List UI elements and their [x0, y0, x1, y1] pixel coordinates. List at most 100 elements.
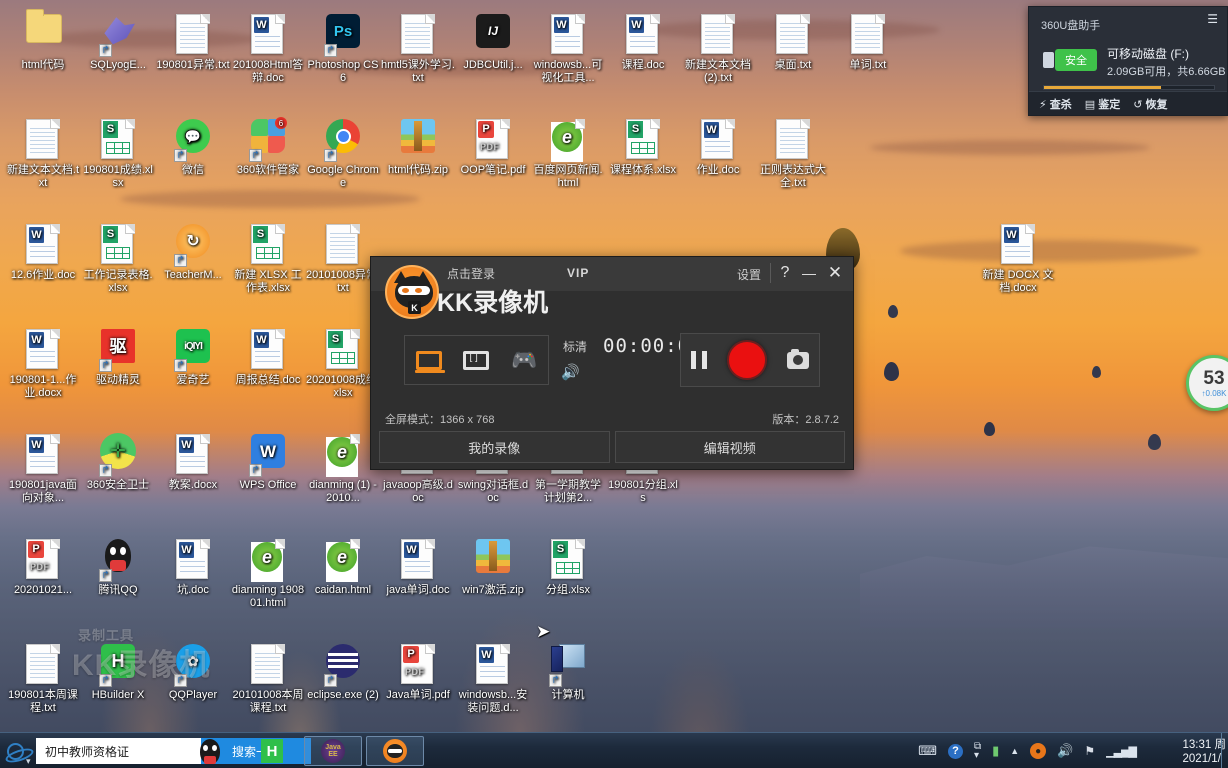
- help-tray-icon[interactable]: ?: [947, 743, 963, 759]
- desktop-icon[interactable]: ↱ Google Chrome: [306, 119, 380, 190]
- desktop-icon[interactable]: 新建文本文档.txt: [6, 119, 80, 190]
- kk-tray-icon[interactable]: ●: [1030, 743, 1047, 759]
- desktop-icon[interactable]: ✛ ↱ 360安全卫士: [81, 433, 155, 492]
- close-button[interactable]: ✕: [823, 260, 847, 286]
- hamburger-icon[interactable]: ☰: [1207, 12, 1218, 26]
- desktop-icon[interactable]: P PDF 20201021...: [6, 539, 80, 597]
- desktop-icon[interactable]: 新建文本文档 (2).txt: [681, 14, 755, 85]
- desktop-icon[interactable]: ↱ SQLyogE...: [81, 14, 155, 72]
- hbuilder-taskbar-button[interactable]: H: [242, 736, 302, 766]
- desktop-icon[interactable]: ↻ ↱ TeacherM...: [156, 224, 230, 282]
- desktop-icon[interactable]: e dianming (1) - 2010...: [306, 434, 380, 505]
- desktop-icon[interactable]: S 20201008成绩.xlsx: [306, 329, 380, 400]
- usb-tray-icon[interactable]: ▮: [992, 743, 999, 759]
- udisk-action-scan[interactable]: ⚡ 查杀: [1039, 96, 1072, 112]
- desktop-icon[interactable]: e 百度网页新闻.html: [531, 119, 605, 190]
- desktop-icon[interactable]: 20101008异常.txt: [306, 224, 380, 295]
- tab-my-recordings[interactable]: 我的录像: [379, 431, 610, 463]
- kk-recorder-taskbar-button[interactable]: [366, 736, 424, 766]
- qq-taskbar-button[interactable]: [180, 736, 240, 766]
- desktop-icon[interactable]: IJ JDBCUtil.j...: [456, 14, 530, 72]
- show-hidden-tray-icon[interactable]: ⧉ ▾: [974, 742, 981, 761]
- desktop-icon[interactable]: e dianming 190801.html: [231, 539, 305, 610]
- tab-edit-video[interactable]: 编辑视频: [614, 431, 845, 463]
- desktop-icon[interactable]: W 201008Html答辩.doc: [231, 14, 305, 85]
- triangle-tray-icon[interactable]: ▲: [1010, 746, 1019, 756]
- desktop-icon[interactable]: S 分组.xlsx: [531, 539, 605, 597]
- desktop-icon-label: 百度网页新闻.html: [533, 164, 603, 189]
- desktop-icon[interactable]: S 190801成绩.xlsx: [81, 119, 155, 190]
- text-file-icon: [776, 14, 810, 56]
- desktop-icon[interactable]: ↱ 腾讯QQ: [81, 539, 155, 597]
- desktop-icon[interactable]: win7激活.zip: [456, 539, 530, 597]
- desktop-icon[interactable]: ↱ eclipse.exe (2): [306, 644, 380, 702]
- network-flag-tray-icon[interactable]: ⚑: [1084, 744, 1095, 758]
- chevron-down-icon[interactable]: ▾: [26, 745, 31, 768]
- desktop-icon[interactable]: Ps ↱ Photoshop CS6: [306, 14, 380, 85]
- desktop-icon[interactable]: W ↱ WPS Office: [231, 434, 305, 492]
- desktop-icon[interactable]: html代码.zip: [381, 119, 455, 177]
- ie-icon[interactable]: [4, 735, 26, 767]
- desktop-icon[interactable]: Wjava单词.doc: [381, 539, 455, 597]
- screen-record-icon[interactable]: [412, 345, 446, 375]
- desktop-icon-label: windowsb...可视化工具...: [533, 59, 603, 84]
- desktop-icon[interactable]: 单词.txt: [831, 14, 905, 72]
- desktop-icon[interactable]: hmtl5课外学习.txt: [381, 14, 455, 85]
- udisk-helper-panel[interactable]: 360U盘助手 ☰ 安全 可移动磁盘 (F:) 2.09GB可用，共6.66GB…: [1028, 6, 1228, 116]
- desktop-icon[interactable]: W 12.6作业.doc: [6, 224, 80, 282]
- desktop-icon[interactable]: W 作业.doc: [681, 119, 755, 177]
- desktop-icon[interactable]: W 教案.docx: [156, 434, 230, 492]
- desktop-icon-glyph: ↱: [531, 644, 605, 687]
- eclipse-taskbar-button[interactable]: Java EE: [304, 736, 362, 766]
- record-button[interactable]: [727, 340, 767, 380]
- keyboard-tray-icon[interactable]: ⌨: [918, 743, 937, 759]
- login-link[interactable]: 点击登录: [447, 265, 495, 282]
- volume-tray-icon[interactable]: 🔊: [1057, 743, 1073, 759]
- desktop-icon[interactable]: 正则表达式大全.txt: [756, 119, 830, 190]
- kk-logo-letter: K: [408, 301, 421, 314]
- desktop-icon[interactable]: W 新建 DOCX 文档.docx: [981, 224, 1055, 295]
- desktop-icon-label: 201008Html答辩.doc: [232, 59, 304, 84]
- desktop-icon[interactable]: 190801本周课程.txt: [6, 644, 80, 715]
- udisk-action-verify[interactable]: ▤ 鉴定: [1085, 96, 1120, 112]
- speaker-icon[interactable]: 🔊: [561, 363, 580, 381]
- desktop-icon[interactable]: W 190801-1...作业.docx: [6, 329, 80, 400]
- taskbar-clock[interactable]: 13:31 周 2021/1/: [1183, 738, 1226, 766]
- minimize-button[interactable]: —: [797, 260, 821, 286]
- kk-recorder-window[interactable]: 点击登录 VIP 设置 ? — ✕ K KK录像机 🎮 标清 00:00: [370, 256, 854, 470]
- desktop-icon[interactable]: 驱 ↱ 驱动精灵: [81, 329, 155, 387]
- help-button[interactable]: ?: [773, 260, 797, 286]
- settings-button[interactable]: 设置: [737, 266, 761, 283]
- desktop-icon[interactable]: W 课程.doc: [606, 14, 680, 72]
- desktop-icon[interactable]: ↱ 计算机: [531, 644, 605, 702]
- vip-link[interactable]: VIP: [567, 266, 589, 280]
- quality-label[interactable]: 标清: [563, 338, 587, 355]
- desktop-icon[interactable]: S 新建 XLSX 工作表.xlsx: [231, 224, 305, 295]
- desktop-icon-label: 20201021...: [13, 584, 73, 596]
- desktop-icon[interactable]: Wwindowsb...安装问题.d...: [456, 644, 530, 715]
- desktop-icon[interactable]: 桌面.txt: [756, 14, 830, 72]
- region-record-icon[interactable]: [459, 345, 493, 375]
- desktop-icon[interactable]: e caidan.html: [306, 539, 380, 597]
- desktop-icon[interactable]: P PDF Java单词.pdf: [381, 644, 455, 702]
- signal-tray-icon[interactable]: ▁▃▅▇: [1106, 745, 1137, 758]
- desktop-icon[interactable]: S 工作记录表格.xlsx: [81, 224, 155, 295]
- desktop-icon[interactable]: 6 ↱ 360软件管家: [231, 117, 305, 177]
- desktop-icon[interactable]: Wwindowsb...可视化工具...: [531, 14, 605, 85]
- desktop-icon[interactable]: S 课程体系.xlsx: [606, 119, 680, 177]
- desktop-icon[interactable]: html代码: [6, 14, 80, 72]
- pause-icon[interactable]: [691, 351, 707, 369]
- desktop-icon[interactable]: W 周报总结.doc: [231, 329, 305, 387]
- game-record-icon[interactable]: 🎮: [507, 345, 541, 375]
- desktop-icon[interactable]: W 190801java面向对象...: [6, 434, 80, 505]
- desktop-icon[interactable]: 190801异常.txt: [156, 14, 230, 72]
- desktop-icon[interactable]: P PDF OOP笔记.pdf: [456, 119, 530, 177]
- desktop-icon[interactable]: 20101008本周课程.txt: [231, 644, 305, 715]
- photoshop-icon: Ps ↱: [324, 14, 360, 57]
- camera-icon[interactable]: [787, 348, 809, 369]
- desktop-icon[interactable]: W 坑.doc: [156, 539, 230, 597]
- show-desktop-button[interactable]: [1221, 733, 1228, 768]
- desktop-icon[interactable]: iQIYI ↱ 爱奇艺: [156, 329, 230, 387]
- udisk-action-restore[interactable]: ↺ 恢复: [1133, 96, 1167, 112]
- desktop-icon[interactable]: 💬 ↱ 微信: [156, 119, 230, 177]
